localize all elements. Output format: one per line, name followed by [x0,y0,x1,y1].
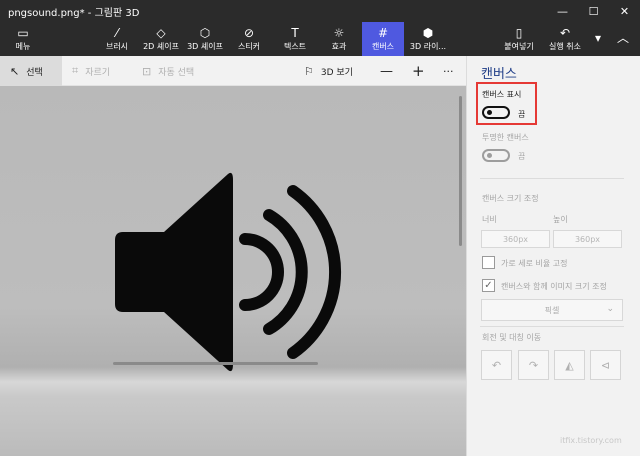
width-field[interactable]: 360px [481,230,550,248]
shapes-2d-icon: ◇ [156,25,166,40]
tab-effects-label: 효과 [331,41,347,51]
flag-icon: ⚐ [304,64,314,78]
tab-3d-library-label: 3D 라이... [409,41,447,51]
rotate-flip-label: 회전 및 대칭 이동 [482,333,542,342]
crop-tool-label: 자르기 [85,67,111,78]
view-3d-label: 3D 보기 [320,67,353,78]
history-dropdown[interactable]: ▾ [590,22,606,56]
more-options-button[interactable]: ··· [443,56,454,86]
undo-icon: ↶ [559,25,571,40]
divider [480,326,624,327]
divider [480,178,624,179]
height-label: 높이 [553,215,568,224]
tab-canvas-label: 캔버스 [371,41,395,51]
crop-icon: ⌗ [72,64,79,77]
chevron-up-icon: ︿ [616,31,629,45]
minimize-button[interactable]: — [547,0,578,22]
rotate-left-button[interactable]: ↶ [481,350,512,380]
flip-vertical-button[interactable]: ⊲ [590,350,621,380]
panel-title: 캔버스 [481,67,517,82]
resize-image-checkbox[interactable]: ✓ [482,279,495,292]
view-3d-button[interactable]: ⚐ 3D 보기 [304,56,353,86]
cube-icon: ⬡ [199,25,211,40]
undo-label: 실행 취소 [549,41,581,51]
magic-select-label: 자동 선택 [158,67,195,78]
transparent-canvas-toggle[interactable] [482,149,510,162]
rotate-right-button[interactable]: ↷ [518,350,549,380]
clipboard-icon: ▯ [515,25,523,40]
canvas-toolbar: ↖ 선택 ⌗ 자르기 ⊡ 자동 선택 ⚐ 3D 보기 — + ··· [0,56,466,86]
chevron-down-icon: ▾ [594,31,602,45]
resize-canvas-label: 캔버스 크기 조정 [482,194,539,203]
undo-button[interactable]: ↶ 실행 취소 [546,22,584,56]
menu-button[interactable]: ▭ 메뉴 [6,22,40,56]
ribbon: ▭ 메뉴 ⁄ 브러시 ◇ 2D 셰이프 ⬡ 3D 셰이프 ⊘ 스티커 T 텍스트… [0,22,640,56]
tab-brushes[interactable]: ⁄ 브러시 [100,22,134,56]
plus-icon: + [412,62,425,80]
paste-button[interactable]: ▯ 붙여넣기 [502,22,536,56]
vertical-scrollbar[interactable] [459,96,462,246]
canvas-grid-icon: # [377,25,389,40]
magic-select-icon: ⊡ [142,64,152,78]
zoom-out-button[interactable]: — [380,56,393,86]
speaker-sound-icon [115,172,341,372]
checkmark-icon: ✓ [484,280,493,291]
unit-select[interactable]: 픽셀 ⌄ [481,299,623,321]
horizontal-scrollbar[interactable] [113,362,318,365]
minus-icon: — [380,63,393,79]
width-label: 너비 [482,215,497,224]
tab-text-label: 텍스트 [283,41,307,51]
folder-icon: ▭ [17,25,29,40]
watermark: itfix.tistory.com [560,436,622,445]
close-button[interactable]: ✕ [609,0,640,22]
text-icon: T [291,25,299,40]
tab-2d-shapes-label: 2D 셰이프 [143,41,179,51]
tab-stickers[interactable]: ⊘ 스티커 [234,22,264,56]
lock-ratio-label: 가로 세로 비율 고정 [501,259,568,268]
tab-3d-shapes[interactable]: ⬡ 3D 셰이프 [184,22,226,56]
effects-icon: ☼ [333,25,345,40]
tab-canvas[interactable]: # 캔버스 [362,22,404,56]
more-icon: ··· [443,64,454,78]
height-field[interactable]: 360px [553,230,622,248]
canvas-area[interactable] [0,86,466,456]
menu-label: 메뉴 [15,41,31,51]
window-controls: — ☐ ✕ [547,0,640,22]
lock-ratio-checkbox[interactable] [482,256,495,269]
zoom-in-button[interactable]: + [412,56,425,86]
chevron-down-icon: ⌄ [606,304,614,314]
library-icon: ⬢ [422,25,434,40]
tab-brushes-label: 브러시 [105,41,129,51]
paste-label: 붙여넣기 [504,41,534,51]
maximize-button[interactable]: ☐ [578,0,609,22]
tab-effects[interactable]: ☼ 효과 [326,22,352,56]
tab-3d-shapes-label: 3D 셰이프 [187,41,223,51]
transparent-canvas-label: 투명한 캔버스 [482,133,529,142]
rotate-right-icon: ↷ [528,358,539,372]
tab-3d-library[interactable]: ⬢ 3D 라이... [408,22,448,56]
resize-image-label: 캔버스와 함께 이미지 크기 조정 [501,282,607,291]
cursor-icon: ↖ [10,64,20,78]
flip-vertical-icon: ⊲ [600,358,611,372]
tab-stickers-label: 스티커 [237,41,261,51]
toggle-knob [487,153,492,158]
magic-select-tool[interactable]: ⊡ 자동 선택 [142,56,194,86]
brush-icon: ⁄ [115,25,118,40]
crop-tool[interactable]: ⌗ 자르기 [72,56,110,86]
transparent-canvas-state: 끔 [518,152,526,161]
collapse-ribbon-button[interactable]: ︿ [612,22,634,56]
rotate-left-icon: ↶ [491,358,502,372]
highlight-box [476,82,537,125]
title-bar: pngsound.png* - 그림판 3D — ☐ ✕ [0,0,640,22]
flip-horizontal-icon: ◭ [565,358,574,372]
flip-horizontal-button[interactable]: ◭ [554,350,585,380]
sticker-icon: ⊘ [243,25,255,40]
select-tool-label: 선택 [26,67,43,78]
tab-2d-shapes[interactable]: ◇ 2D 셰이프 [140,22,182,56]
unit-select-value: 픽셀 [544,305,560,315]
tab-text[interactable]: T 텍스트 [280,22,310,56]
window-title: pngsound.png* - 그림판 3D [8,7,140,19]
select-tool[interactable]: ↖ 선택 [0,56,62,86]
